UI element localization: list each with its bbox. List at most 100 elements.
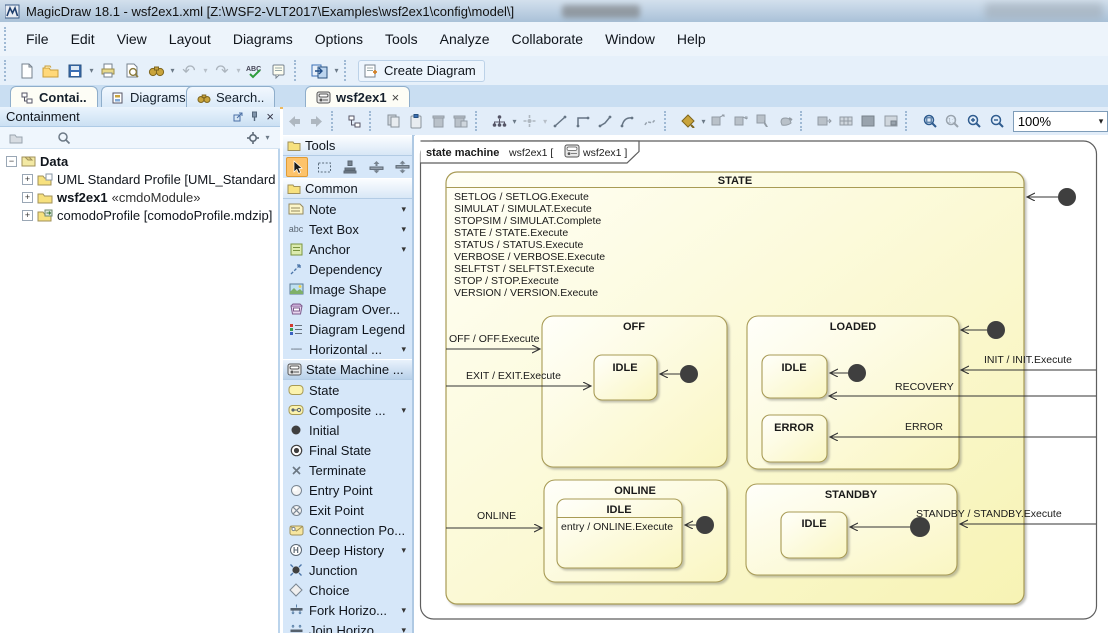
line-style-curved-button[interactable] xyxy=(616,110,638,132)
palette-item-composite-state[interactable]: Composite ... ▾ xyxy=(283,400,412,420)
line-style-bezier-button[interactable] xyxy=(638,110,660,132)
initial-node-loaded[interactable] xyxy=(987,321,1005,339)
restore-diagram-button[interactable] xyxy=(880,110,902,132)
save-dropdown-arrow[interactable]: ▾ xyxy=(87,66,96,75)
delete-button[interactable] xyxy=(427,110,449,132)
settings-dropdown-arrow[interactable]: ▾ xyxy=(263,133,272,142)
marquee-select-tool[interactable] xyxy=(314,158,334,176)
menu-layout[interactable]: Layout xyxy=(158,27,222,51)
select-in-containment-tree-button[interactable] xyxy=(344,110,366,132)
swimlane-horizontal-tool[interactable] xyxy=(366,158,386,176)
show-grid-button[interactable] xyxy=(836,110,858,132)
palette-item-terminate[interactable]: Terminate xyxy=(283,460,412,480)
stamp-tool[interactable] xyxy=(340,158,360,176)
dock-tab-containment[interactable]: Contai.. xyxy=(10,86,98,108)
quick-search-icon[interactable] xyxy=(52,127,76,149)
print-preview-button[interactable] xyxy=(120,60,144,82)
settings-gear-icon[interactable] xyxy=(246,131,260,145)
copy-button[interactable] xyxy=(383,110,405,132)
zoom-actual-size-button[interactable]: 1:1 xyxy=(941,110,963,132)
dropdown-arrow-icon[interactable]: ▾ xyxy=(401,204,412,215)
dropdown-arrow-icon[interactable]: ▾ xyxy=(401,625,412,634)
palette-item-diagram-overview[interactable]: Diagram Over... xyxy=(283,299,412,319)
menu-edit[interactable]: Edit xyxy=(60,27,106,51)
palette-item-join-horizontal[interactable]: Join Horizo... ▾ xyxy=(283,620,412,633)
spell-check-button[interactable]: ABC xyxy=(243,60,267,82)
palette-item-note[interactable]: Note ▾ xyxy=(283,199,412,219)
palette-item-initial[interactable]: Initial xyxy=(283,420,412,440)
zoom-out-button[interactable] xyxy=(986,110,1008,132)
close-tab-icon[interactable]: × xyxy=(392,90,400,105)
initial-node-standby[interactable] xyxy=(910,517,930,537)
dropdown-arrow-icon[interactable]: ▾ xyxy=(401,244,412,255)
symbol-properties-button[interactable] xyxy=(677,110,699,132)
open-in-new-tree-icon[interactable] xyxy=(4,127,28,149)
close-panel-icon[interactable]: × xyxy=(266,112,274,122)
symbol-properties-dropdown-arrow[interactable]: ▾ xyxy=(699,117,707,126)
dropdown-arrow-icon[interactable]: ▾ xyxy=(401,605,412,616)
menu-help[interactable]: Help xyxy=(666,27,717,51)
find-button[interactable] xyxy=(144,60,168,82)
initial-node-online[interactable] xyxy=(696,516,714,534)
redo-button[interactable]: ↷ xyxy=(210,60,234,82)
palette-item-image-shape[interactable]: Image Shape xyxy=(283,279,412,299)
undo-button[interactable]: ↶ xyxy=(177,60,201,82)
comments-button[interactable] xyxy=(267,60,291,82)
menu-view[interactable]: View xyxy=(106,27,158,51)
initial-node-top[interactable] xyxy=(1058,188,1076,206)
initial-node-loaded-idle[interactable] xyxy=(848,364,866,382)
palette-item-final-state[interactable]: Final State xyxy=(283,440,412,460)
line-style-rectilinear-button[interactable] xyxy=(572,110,594,132)
tree-item-uml-standard-profile[interactable]: + UML Standard Profile [UML_Standard xyxy=(0,170,278,188)
tree-item-comodoprofile[interactable]: + comodoProfile [comodoProfile.mdzip] xyxy=(0,206,278,224)
layout-dropdown-arrow[interactable]: ▾ xyxy=(510,117,518,126)
expand-expander[interactable]: + xyxy=(22,210,33,221)
display-inner-elements-button[interactable] xyxy=(730,110,752,132)
save-button[interactable] xyxy=(63,60,87,82)
collapse-expander[interactable]: − xyxy=(6,156,17,167)
initial-node-off[interactable] xyxy=(680,365,698,383)
menu-tools[interactable]: Tools xyxy=(374,27,429,51)
tree-item-data[interactable]: − Data xyxy=(0,152,278,170)
transfer-project-button[interactable] xyxy=(308,60,332,82)
palette-item-deep-history[interactable]: H* Deep History ▾ xyxy=(283,540,412,560)
dropdown-arrow-icon[interactable]: ▾ xyxy=(401,224,412,235)
quick-layout-button[interactable] xyxy=(519,110,541,132)
line-style-oblique-button[interactable] xyxy=(594,110,616,132)
palette-item-junction[interactable]: Junction xyxy=(283,560,412,580)
forward-button[interactable] xyxy=(305,110,327,132)
palette-item-dependency[interactable]: Dependency xyxy=(283,259,412,279)
fit-window-button[interactable] xyxy=(813,110,835,132)
transfer-dropdown-arrow[interactable]: ▾ xyxy=(332,66,341,75)
layout-tree-button[interactable] xyxy=(488,110,510,132)
palette-item-anchor[interactable]: Anchor ▾ xyxy=(283,239,412,259)
swimlane-vertical-tool[interactable] xyxy=(392,158,412,176)
palette-item-entry-point[interactable]: Entry Point xyxy=(283,480,412,500)
zoom-level-combo[interactable]: 100% ▾ xyxy=(1013,111,1108,132)
back-button[interactable] xyxy=(283,110,305,132)
dock-tab-search[interactable]: Search.. xyxy=(186,86,275,108)
menu-diagrams[interactable]: Diagrams xyxy=(222,27,304,51)
menu-analyze[interactable]: Analyze xyxy=(429,27,501,51)
palette-section-state-machine[interactable]: State Machine ... xyxy=(283,359,412,380)
paint-mode-button[interactable] xyxy=(775,110,797,132)
dropdown-arrow-icon[interactable]: ▾ xyxy=(401,344,412,355)
open-project-button[interactable] xyxy=(39,60,63,82)
palette-item-choice[interactable]: Choice xyxy=(283,580,412,600)
maximize-diagram-button[interactable] xyxy=(858,110,880,132)
quick-layout-dropdown-arrow[interactable]: ▾ xyxy=(541,117,549,126)
redo-dropdown-arrow[interactable]: ▾ xyxy=(234,66,243,75)
zoom-region-button[interactable] xyxy=(919,110,941,132)
palette-item-state[interactable]: State xyxy=(283,380,412,400)
expand-expander[interactable]: + xyxy=(22,192,33,203)
new-project-button[interactable] xyxy=(15,60,39,82)
expand-expander[interactable]: + xyxy=(22,174,33,185)
zoom-dropdown-arrow[interactable]: ▾ xyxy=(1099,116,1104,127)
dock-tab-diagrams[interactable]: Diagrams xyxy=(101,86,197,108)
dropdown-arrow-icon[interactable]: ▾ xyxy=(401,545,412,556)
diagram-canvas[interactable]: state machine wsf2ex1 [ wsf2ex1 ] STATE … xyxy=(415,135,1108,633)
zoom-in-button[interactable] xyxy=(963,110,985,132)
selection-cursor-tool[interactable] xyxy=(286,157,308,177)
diagram-tab-wsf2ex1[interactable]: wsf2ex1 × xyxy=(305,86,410,108)
palette-item-horizontal-separator[interactable]: ---- Horizontal ... ▾ xyxy=(283,339,412,359)
